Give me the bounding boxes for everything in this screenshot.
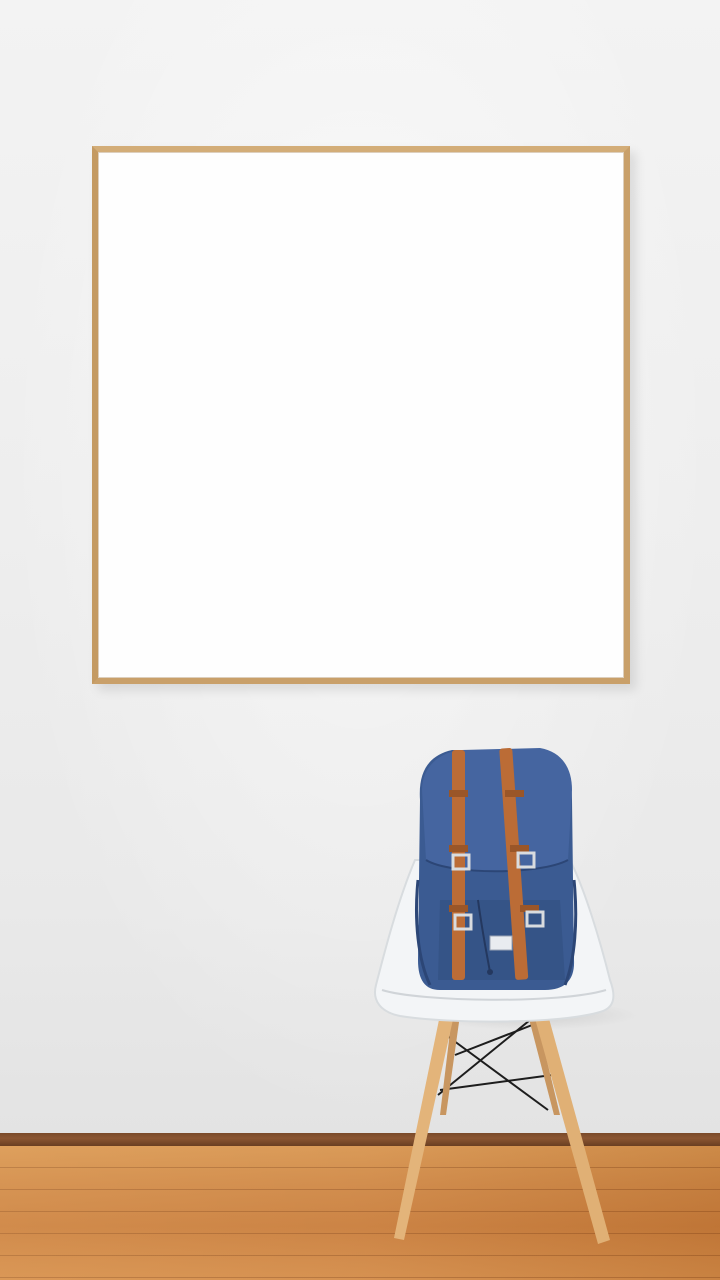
photo-scene (0, 0, 720, 1280)
brand-patch (489, 935, 513, 951)
backpack (415, 747, 578, 990)
backpack-flap (422, 748, 572, 872)
